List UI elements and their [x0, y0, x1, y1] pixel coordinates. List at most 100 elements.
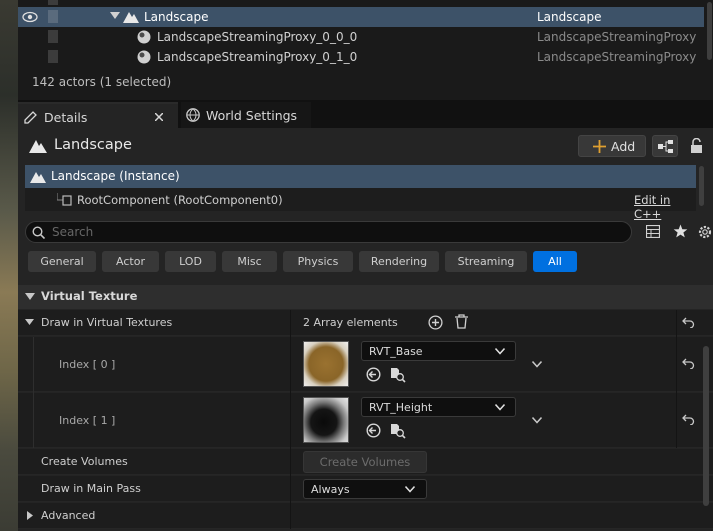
filter-lod[interactable]: LOD	[165, 251, 216, 272]
delete-trash-icon[interactable]	[455, 314, 468, 329]
actor-count-status: 142 actors (1 selected)	[32, 75, 172, 89]
panel-tab-bar: Details World Settings	[18, 100, 713, 128]
component-tree: Landscape (Instance) RootComponent (Root…	[25, 165, 696, 221]
vt-element-row-1: Index [ 1 ] RVT_Height	[18, 393, 713, 448]
details-search-input[interactable]: Search	[25, 221, 632, 243]
section-title: Virtual Texture	[41, 289, 138, 303]
draw-in-vt-row: Draw in Virtual Textures 2 Array element…	[18, 310, 713, 336]
column-divider[interactable]	[290, 310, 291, 529]
property-matrix-icon[interactable]	[646, 225, 660, 238]
proxy-sphere-icon	[137, 30, 151, 44]
outliner-item-name: LandscapeStreamingProxy_0_1_0	[157, 50, 358, 64]
filter-streaming[interactable]: Streaming	[445, 251, 527, 272]
filter-actor[interactable]: Actor	[102, 251, 159, 272]
create-volumes-label: Create Volumes	[41, 455, 128, 468]
component-instance-label: Landscape (Instance)	[51, 169, 180, 183]
blueprint-hierarchy-icon	[658, 140, 673, 153]
outliner-row-proxy-1[interactable]: LandscapeStreamingProxy_0_1_0 LandscapeS…	[18, 47, 704, 67]
draw-main-pass-row: Draw in Main Pass Always	[18, 476, 713, 502]
details-scrollbar[interactable]	[703, 346, 709, 506]
rvt-base-thumbnail[interactable]	[303, 341, 349, 387]
advanced-row[interactable]: Advanced	[18, 503, 713, 529]
file-icon	[48, 30, 58, 43]
browse-asset-icon[interactable]	[390, 367, 406, 383]
file-icon	[48, 0, 58, 5]
details-title: Landscape	[54, 137, 132, 153]
advanced-label: Advanced	[41, 509, 96, 522]
viewport-background	[0, 0, 18, 531]
vt-element-row-0: Index [ 0 ] RVT_Base	[18, 337, 713, 392]
tab-details[interactable]: Details	[18, 102, 178, 128]
element-index-label: Index [ 1 ]	[59, 414, 116, 427]
outliner-row-proxy-0[interactable]: LandscapeStreamingProxy_0_0_0 LandscapeS…	[18, 27, 704, 47]
outliner-item-type: Landscape	[537, 10, 602, 24]
element-index-label: Index [ 0 ]	[59, 358, 116, 371]
scene-component-icon	[57, 193, 72, 206]
chevron-down-icon[interactable]	[110, 12, 120, 20]
component-item-root[interactable]: RootComponent (RootComponent0) Edit in C…	[25, 188, 696, 221]
add-button-label: Add	[611, 139, 636, 154]
chevron-down-icon[interactable]	[25, 319, 34, 326]
virtual-texture-section-header[interactable]: Virtual Texture	[18, 285, 713, 309]
landscape-icon	[29, 140, 47, 153]
lock-icon[interactable]	[690, 138, 703, 153]
reset-arrow-icon[interactable]	[682, 358, 695, 369]
reset-arrow-icon[interactable]	[682, 317, 695, 328]
draw-main-pass-combo[interactable]: Always	[303, 479, 427, 499]
add-component-button[interactable]: Add	[578, 135, 646, 157]
filter-general[interactable]: General	[28, 251, 96, 272]
landscape-icon	[30, 172, 46, 183]
use-selected-asset-icon[interactable]	[366, 423, 381, 438]
outliner-row-landscape[interactable]: Landscape Landscape	[18, 7, 704, 27]
use-selected-asset-icon[interactable]	[366, 367, 381, 382]
filter-misc[interactable]: Misc	[222, 251, 277, 272]
draw-main-pass-label: Draw in Main Pass	[41, 482, 141, 495]
filter-all[interactable]: All	[533, 251, 577, 272]
expand-chevron-icon[interactable]	[532, 417, 542, 424]
asset-picker-combo[interactable]: RVT_Height	[361, 397, 516, 417]
create-volumes-button[interactable]: Create Volumes	[303, 451, 427, 473]
close-tab-icon[interactable]	[155, 113, 163, 121]
tab-details-label: Details	[44, 110, 88, 125]
indent-guide	[33, 337, 34, 448]
search-placeholder: Search	[52, 225, 94, 239]
search-icon	[32, 226, 45, 239]
array-count: 2 Array elements	[303, 316, 398, 329]
chevron-down-icon	[405, 486, 415, 493]
component-root-label: RootComponent (RootComponent0)	[77, 193, 283, 207]
outliner-item-name: Landscape	[144, 10, 209, 24]
proxy-sphere-icon	[137, 50, 151, 64]
chevron-down-icon	[495, 348, 505, 355]
blueprint-button[interactable]	[652, 135, 678, 157]
filter-physics[interactable]: Physics	[283, 251, 353, 272]
world-globe-icon	[186, 108, 200, 122]
file-icon	[48, 10, 58, 23]
add-element-icon[interactable]	[428, 315, 443, 330]
outliner-scrollbar[interactable]	[707, 2, 712, 60]
plus-icon	[593, 140, 606, 153]
edit-in-cpp-link[interactable]: Edit in C++	[634, 193, 696, 221]
reset-arrow-icon[interactable]	[682, 414, 695, 425]
filter-rendering[interactable]: Rendering	[359, 251, 439, 272]
component-item-instance[interactable]: Landscape (Instance)	[25, 165, 696, 188]
outliner-item-name: LandscapeStreamingProxy_0_0_0	[157, 30, 358, 44]
outliner-item-type: LandscapeStreamingProxy	[537, 30, 697, 44]
browse-asset-icon[interactable]	[390, 423, 406, 439]
tab-world-settings[interactable]: World Settings	[181, 102, 311, 128]
rvt-height-thumbnail[interactable]	[303, 397, 349, 443]
asset-name: RVT_Base	[369, 345, 423, 358]
chevron-right-icon	[27, 511, 33, 520]
file-icon	[48, 50, 58, 63]
settings-gear-icon[interactable]	[697, 224, 713, 240]
draw-main-pass-value: Always	[311, 483, 350, 496]
component-tree-scrollbar[interactable]	[699, 166, 704, 206]
asset-picker-combo[interactable]: RVT_Base	[361, 341, 516, 361]
landscape-icon	[123, 12, 139, 23]
expand-chevron-icon[interactable]	[532, 361, 542, 368]
details-pencil-icon	[24, 111, 37, 124]
visibility-eye-icon[interactable]	[22, 10, 38, 24]
outliner-item-type: LandscapeStreamingProxy	[537, 50, 697, 64]
tab-world-settings-label: World Settings	[206, 108, 298, 123]
reset-column-divider	[676, 310, 677, 448]
favorites-star-icon[interactable]	[673, 224, 688, 238]
